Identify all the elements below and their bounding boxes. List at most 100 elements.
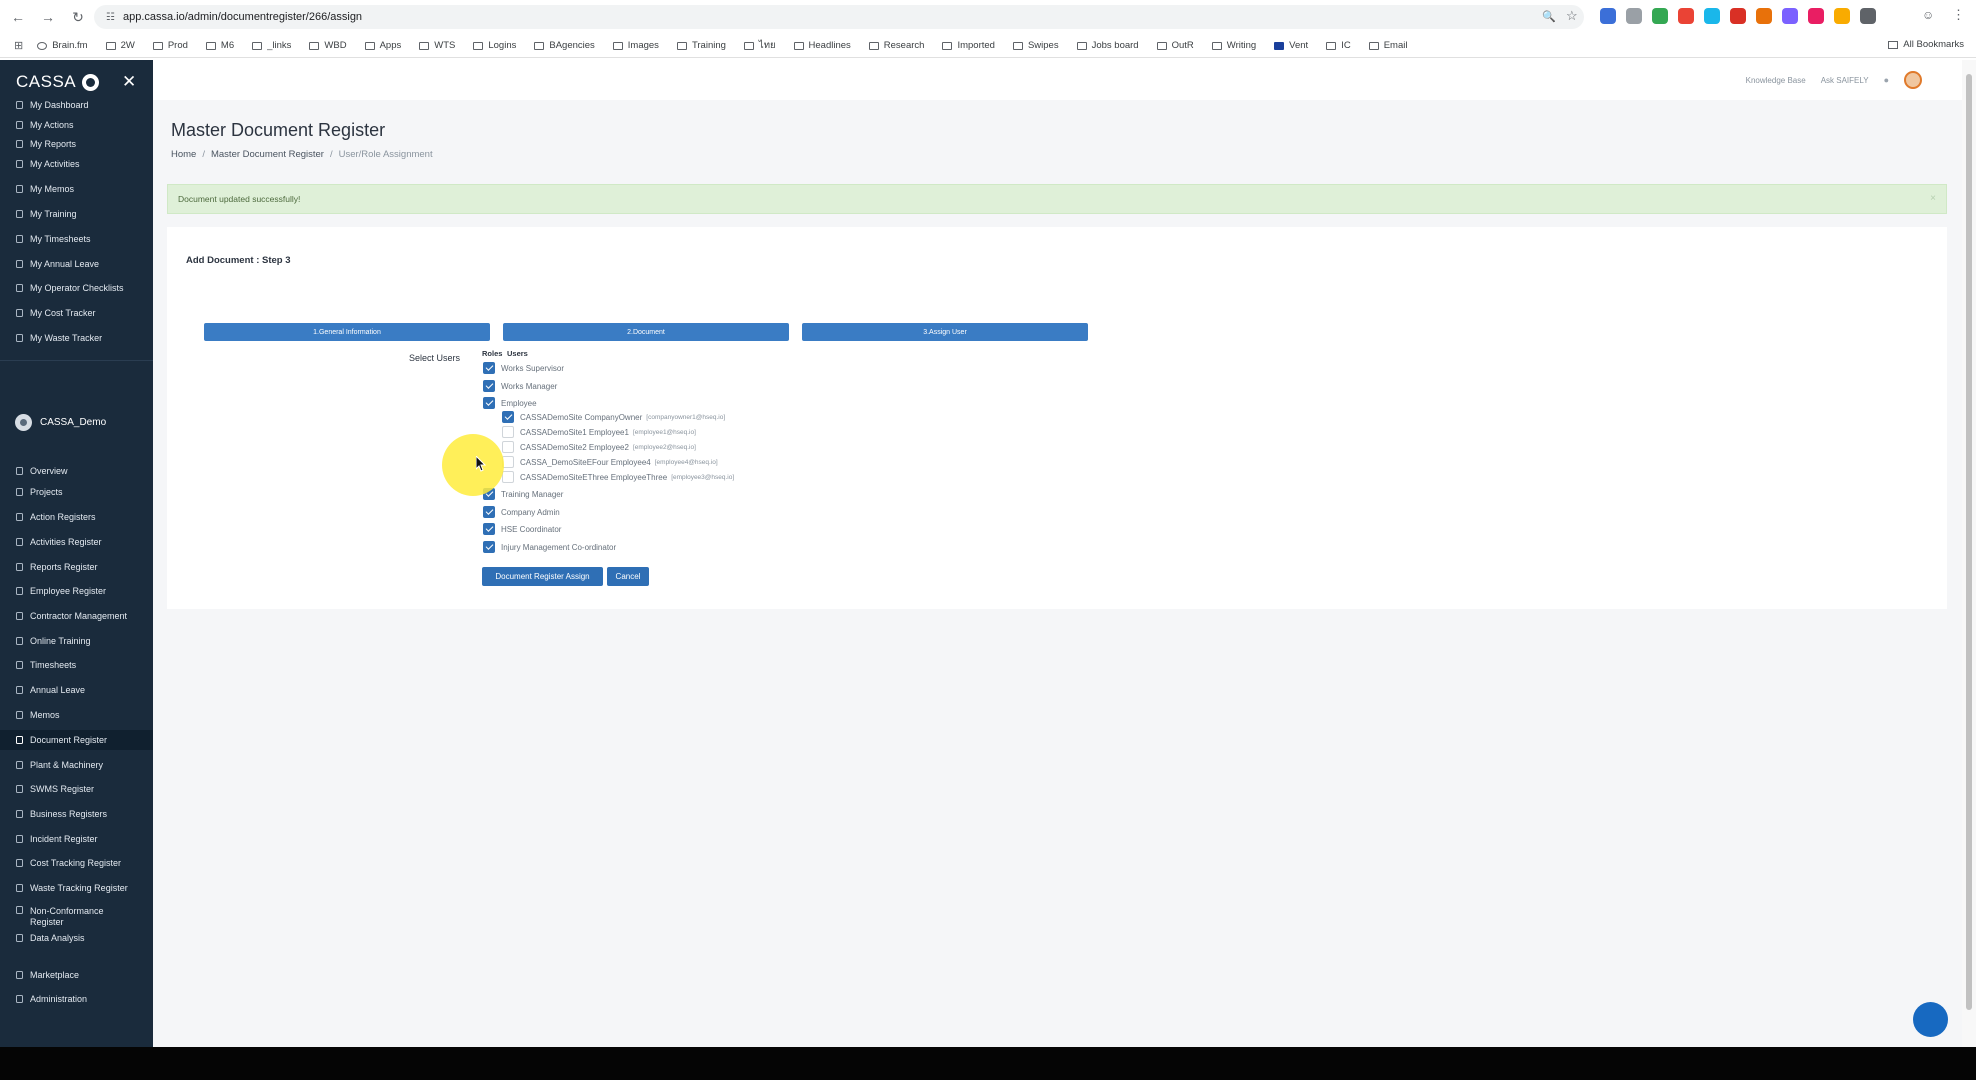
sidebar-item-action-registers[interactable]: Action Registers: [0, 507, 153, 527]
bookmark[interactable]: Logins: [473, 40, 516, 51]
breadcrumb-home[interactable]: Home: [171, 149, 196, 160]
extension-icon[interactable]: [1678, 8, 1694, 24]
bookmark[interactable]: BAgencies: [534, 40, 595, 51]
user-row[interactable]: CASSADemoSite CompanyOwner [companyowner1…: [502, 411, 725, 423]
sidebar-item-memos[interactable]: Memos: [0, 705, 153, 725]
bookmark[interactable]: _links: [252, 40, 291, 51]
role-row[interactable]: Company Admin: [483, 506, 560, 518]
extension-icon[interactable]: [1782, 8, 1798, 24]
sidebar-item-activities-register[interactable]: Activities Register: [0, 532, 153, 552]
reload-icon[interactable]: ↻: [66, 5, 90, 29]
bookmark[interactable]: WBD: [309, 40, 347, 51]
bookmark[interactable]: Training: [676, 40, 726, 51]
sidebar-item-my-activities[interactable]: My Activities: [0, 154, 153, 174]
sidebar-item-my-operator-checklists[interactable]: My Operator Checklists: [0, 278, 153, 298]
extension-icon[interactable]: [1626, 8, 1642, 24]
scrollbar-thumb[interactable]: [1966, 74, 1972, 1010]
star-icon[interactable]: ☆: [1566, 8, 1578, 24]
sidebar-item-marketplace[interactable]: Marketplace: [0, 965, 153, 985]
bookmark[interactable]: M6: [205, 40, 234, 51]
sidebar-item-non-conformance-register[interactable]: Non-Conformance Register: [0, 903, 153, 931]
role-row[interactable]: Works Supervisor: [483, 362, 564, 374]
role-checkbox[interactable]: [483, 506, 495, 518]
sidebar-item-reports-register[interactable]: Reports Register: [0, 557, 153, 577]
bookmark[interactable]: Jobs board: [1076, 40, 1139, 51]
user-checkbox[interactable]: [502, 426, 514, 438]
bookmark[interactable]: OutR: [1156, 40, 1194, 51]
role-row[interactable]: Works Manager: [483, 380, 557, 392]
alert-close-icon[interactable]: ×: [1930, 193, 1936, 204]
sidebar-item-data-analysis[interactable]: Data Analysis: [0, 928, 153, 948]
site-info-icon[interactable]: ☷: [106, 12, 115, 23]
extension-icon[interactable]: [1756, 8, 1772, 24]
sidebar-item-my-dashboard[interactable]: My Dashboard: [0, 95, 153, 115]
extension-icon[interactable]: [1730, 8, 1746, 24]
zoom-icon[interactable]: 🔍: [1542, 10, 1556, 23]
bookmark[interactable]: Images: [612, 40, 659, 51]
extension-icon[interactable]: [1600, 8, 1616, 24]
close-icon[interactable]: ✕: [122, 72, 136, 92]
bookmark[interactable]: ไทย: [743, 38, 776, 53]
sidebar-item-waste-tracking-register[interactable]: Waste Tracking Register: [0, 878, 153, 898]
sidebar-item-business-registers[interactable]: Business Registers: [0, 804, 153, 824]
sidebar-item-my-annual-leave[interactable]: My Annual Leave: [0, 254, 153, 274]
role-checkbox[interactable]: [483, 362, 495, 374]
bell-icon[interactable]: ●: [1884, 75, 1889, 85]
sidebar-item-my-reports[interactable]: My Reports: [0, 134, 153, 154]
sidebar-item-projects[interactable]: Projects: [0, 482, 153, 502]
puzzle-icon[interactable]: [1860, 8, 1876, 24]
all-bookmarks[interactable]: All Bookmarks: [1888, 39, 1964, 50]
sidebar-item-administration[interactable]: Administration: [0, 989, 153, 1009]
step-document[interactable]: 2.Document: [503, 323, 789, 341]
sidebar-item-cost-tracking-register[interactable]: Cost Tracking Register: [0, 853, 153, 873]
bookmark[interactable]: Headlines: [793, 40, 851, 51]
bookmark[interactable]: Research: [868, 40, 924, 51]
sidebar-item-my-timesheets[interactable]: My Timesheets: [0, 229, 153, 249]
role-row[interactable]: Training Manager: [483, 488, 563, 500]
sidebar-item-my-waste-tracker[interactable]: My Waste Tracker: [0, 328, 153, 348]
role-checkbox[interactable]: [483, 523, 495, 535]
chat-bubble-icon[interactable]: [1913, 1002, 1948, 1037]
sidebar-item-employee-register[interactable]: Employee Register: [0, 581, 153, 601]
bookmark[interactable]: IC: [1326, 40, 1351, 51]
sidebar-item-online-training[interactable]: Online Training: [0, 631, 153, 651]
bookmark[interactable]: Prod: [152, 40, 188, 51]
extension-icon[interactable]: [1704, 8, 1720, 24]
sidebar-item-swms-register[interactable]: SWMS Register: [0, 779, 153, 799]
role-row[interactable]: HSE Coordinator: [483, 523, 561, 535]
sidebar-item-contractor-management[interactable]: Contractor Management: [0, 606, 153, 626]
role-row[interactable]: Injury Management Co-ordinator: [483, 541, 616, 553]
extension-icon[interactable]: [1652, 8, 1668, 24]
role-row[interactable]: Employee: [483, 397, 537, 409]
user-row[interactable]: CASSADemoSiteEThree EmployeeThree [employ…: [502, 471, 734, 483]
bookmark[interactable]: Writing: [1211, 40, 1256, 51]
user-checkbox[interactable]: [502, 411, 514, 423]
sidebar-item-my-actions[interactable]: My Actions: [0, 115, 153, 135]
extension-icon[interactable]: [1834, 8, 1850, 24]
sidebar-item-timesheets[interactable]: Timesheets: [0, 655, 153, 675]
forward-icon[interactable]: →: [36, 5, 60, 29]
menu-kebab-icon[interactable]: ⋮: [1952, 7, 1965, 23]
document-register-assign-button[interactable]: Document Register Assign: [482, 567, 603, 586]
user-row[interactable]: CASSADemoSite2 Employee2 [employee2@hseq.…: [502, 441, 696, 453]
sidebar-item-plant-machinery[interactable]: Plant & Machinery: [0, 755, 153, 775]
apps-grid-icon[interactable]: ⊞: [14, 39, 23, 52]
address-bar[interactable]: ☷ app.cassa.io/admin/documentregister/26…: [94, 5, 1584, 29]
bookmark[interactable]: Swipes: [1012, 40, 1059, 51]
sidebar-item-my-cost-tracker[interactable]: My Cost Tracker: [0, 303, 153, 323]
sidebar-item-overview[interactable]: Overview: [0, 461, 153, 481]
ask-saifely-link[interactable]: Ask SAIFELY: [1821, 76, 1869, 85]
sidebar-item-incident-register[interactable]: Incident Register: [0, 829, 153, 849]
user-row[interactable]: CASSADemoSite1 Employee1 [employee1@hseq.…: [502, 426, 696, 438]
cancel-button[interactable]: Cancel: [607, 567, 649, 586]
bookmark[interactable]: 2W: [105, 40, 135, 51]
role-checkbox[interactable]: [483, 397, 495, 409]
sidebar-item-document-register[interactable]: Document Register: [0, 730, 153, 750]
bookmark[interactable]: WTS: [419, 40, 455, 51]
sidebar-item-my-training[interactable]: My Training: [0, 204, 153, 224]
user-row[interactable]: CASSA_DemoSiteEFour Employee4 [employee4@…: [502, 456, 718, 468]
step-assign-user[interactable]: 3.Assign User: [802, 323, 1088, 341]
user-checkbox[interactable]: [502, 471, 514, 483]
brand-logo[interactable]: CASSA: [16, 72, 100, 92]
sidebar-item-my-memos[interactable]: My Memos: [0, 179, 153, 199]
